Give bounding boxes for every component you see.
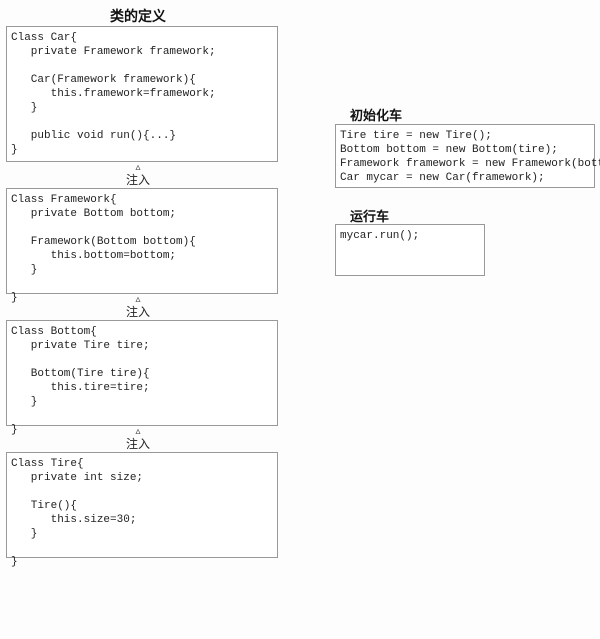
arrow-label: 注入 (118, 437, 158, 451)
arrow-label: 注入 (118, 173, 158, 187)
class-box-framework: Class Framework{ private Bottom bottom; … (6, 188, 278, 294)
code-bottom: Class Bottom{ private Tire tire; Bottom(… (11, 325, 271, 437)
arrow-bottom-tire: ▵ 注入 (118, 427, 158, 451)
code-box-init-car: Tire tire = new Tire(); Bottom bottom = … (335, 124, 595, 188)
arrow-head-icon: ▵ (118, 427, 158, 437)
code-run-car: mycar.run(); (340, 229, 478, 257)
code-box-run-car: mycar.run(); (335, 224, 485, 276)
heading-class-definition: 类的定义 (110, 6, 166, 26)
heading-run-car: 运行车 (350, 206, 389, 225)
arrow-framework-bottom: ▵ 注入 (118, 295, 158, 319)
arrow-head-icon: ▵ (118, 163, 158, 173)
arrow-head-icon: ▵ (118, 295, 158, 305)
code-car: Class Car{ private Framework framework; … (11, 31, 271, 157)
arrow-car-framework: ▵ 注入 (118, 163, 158, 187)
code-tire: Class Tire{ private int size; Tire(){ th… (11, 457, 271, 569)
arrow-label: 注入 (118, 305, 158, 319)
diagram-canvas: 类的定义 初始化车 运行车 Class Car{ private Framewo… (0, 0, 600, 639)
class-box-car: Class Car{ private Framework framework; … (6, 26, 278, 162)
code-init-car: Tire tire = new Tire(); Bottom bottom = … (340, 129, 588, 185)
heading-init-car: 初始化车 (350, 105, 402, 124)
class-box-tire: Class Tire{ private int size; Tire(){ th… (6, 452, 278, 558)
code-framework: Class Framework{ private Bottom bottom; … (11, 193, 271, 305)
class-box-bottom: Class Bottom{ private Tire tire; Bottom(… (6, 320, 278, 426)
